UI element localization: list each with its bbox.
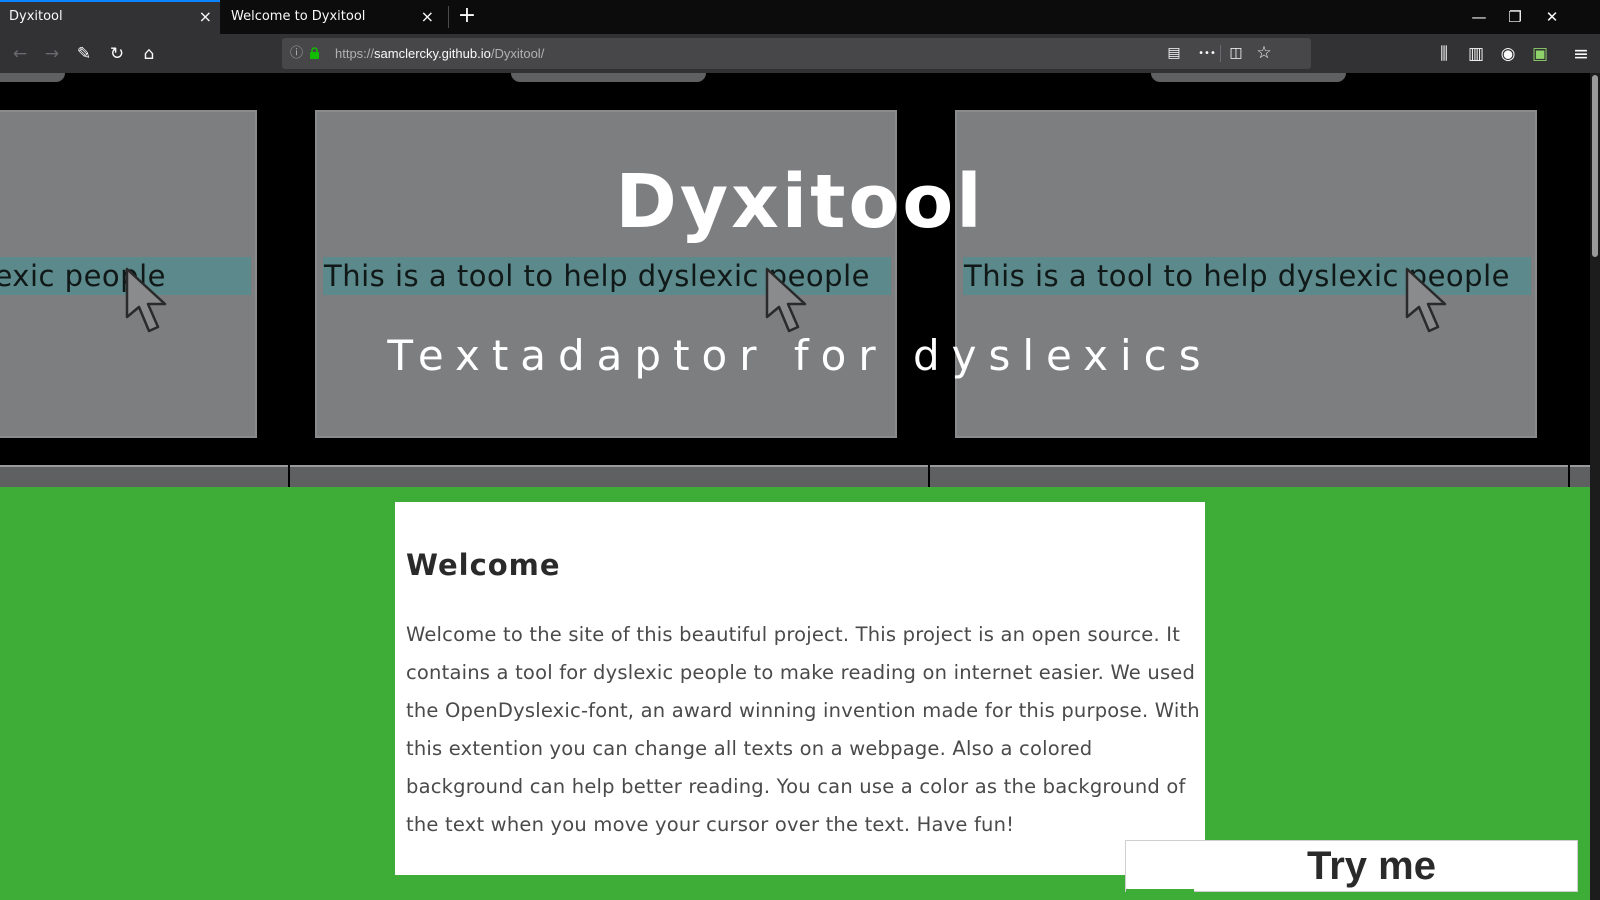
url-path: /Dyxitool/ bbox=[490, 46, 545, 61]
try-me-label: Try me bbox=[1307, 844, 1436, 888]
filmstrip-frame bbox=[930, 465, 1568, 487]
account-icon[interactable]: ◉ bbox=[1494, 40, 1522, 68]
home-button[interactable]: ⌂ bbox=[135, 40, 163, 68]
filmstrip-frame bbox=[1570, 465, 1590, 487]
filmstrip-tab bbox=[1151, 73, 1346, 82]
url-host: samclercky.github.io bbox=[374, 46, 491, 61]
site-subtitle: Textadaptor for dyslexics bbox=[387, 331, 1213, 380]
restore-button[interactable]: ❐ bbox=[1497, 0, 1533, 34]
url-text[interactable]: https://samclercky.github.io/Dyxitool/ bbox=[335, 38, 544, 69]
url-scheme: https:// bbox=[335, 46, 375, 61]
welcome-heading: Welcome bbox=[406, 548, 561, 582]
lock-icon bbox=[310, 47, 319, 59]
tab-dyxitool[interactable]: Dyxitool × bbox=[0, 0, 220, 34]
page-actions-icon[interactable]: ••• bbox=[1195, 38, 1219, 69]
tab-divider bbox=[448, 6, 449, 28]
tools-icon[interactable]: ✎ bbox=[70, 40, 98, 68]
try-me-button[interactable]: Try me bbox=[1125, 840, 1578, 892]
welcome-card: Welcome Welcome to the site of this beau… bbox=[395, 502, 1205, 875]
button-accent-bar bbox=[1126, 889, 1194, 892]
back-button[interactable]: ← bbox=[6, 40, 34, 68]
tab-title: Welcome to Dyxitool bbox=[231, 9, 366, 24]
page-scrollbar[interactable] bbox=[1590, 73, 1600, 900]
close-window-button[interactable]: ✕ bbox=[1534, 0, 1570, 34]
cursor-icon bbox=[125, 267, 167, 333]
forward-button[interactable]: → bbox=[38, 40, 66, 68]
tab-strip: Dyxitool × Welcome to Dyxitool × + — ❐ ✕ bbox=[0, 0, 1600, 34]
site-title: Dyxitool bbox=[615, 159, 985, 245]
bookmark-star-icon[interactable]: ☆ bbox=[1252, 38, 1276, 69]
content-section: Welcome Welcome to the site of this beau… bbox=[0, 487, 1590, 900]
menu-icon[interactable]: ≡ bbox=[1567, 40, 1595, 68]
minimize-button[interactable]: — bbox=[1461, 0, 1497, 34]
close-tab-icon[interactable]: × bbox=[199, 2, 212, 32]
filmstrip-frame bbox=[290, 465, 928, 487]
pocket-icon[interactable]: ◫ bbox=[1224, 38, 1248, 69]
extension-icon[interactable]: ▣ bbox=[1526, 40, 1554, 68]
reader-view-icon[interactable]: ▤ bbox=[1162, 38, 1186, 69]
library-icon[interactable]: ⫼ bbox=[1430, 40, 1458, 68]
scrollbar-thumb[interactable] bbox=[1592, 75, 1598, 257]
close-tab-icon[interactable]: × bbox=[421, 0, 434, 34]
welcome-body: Welcome to the site of this beautiful pr… bbox=[406, 623, 1200, 836]
new-tab-button[interactable]: + bbox=[455, 0, 479, 34]
cursor-icon bbox=[1405, 267, 1447, 333]
filmstrip-tab bbox=[0, 73, 65, 82]
sidebar-icon[interactable]: ▥ bbox=[1462, 40, 1490, 68]
hero-banner: This is a tool to help dyslexic people T… bbox=[0, 73, 1590, 487]
page-viewport: This is a tool to help dyslexic people T… bbox=[0, 73, 1600, 900]
navigation-toolbar: ← → ✎ ↻ ⌂ ⓘ https://samclercky.github.io… bbox=[0, 34, 1600, 73]
filmstrip-tab bbox=[511, 73, 706, 82]
cursor-icon bbox=[765, 267, 807, 333]
filmstrip-frame bbox=[0, 465, 288, 487]
reload-button[interactable]: ↻ bbox=[103, 40, 131, 68]
address-bar[interactable]: ⓘ https://samclercky.github.io/Dyxitool/… bbox=[282, 38, 1311, 69]
tab-title: Dyxitool bbox=[9, 9, 63, 24]
site-info-icon[interactable]: ⓘ bbox=[290, 38, 303, 69]
urlbar-divider bbox=[1220, 45, 1221, 62]
tab-welcome[interactable]: Welcome to Dyxitool × bbox=[222, 0, 442, 34]
